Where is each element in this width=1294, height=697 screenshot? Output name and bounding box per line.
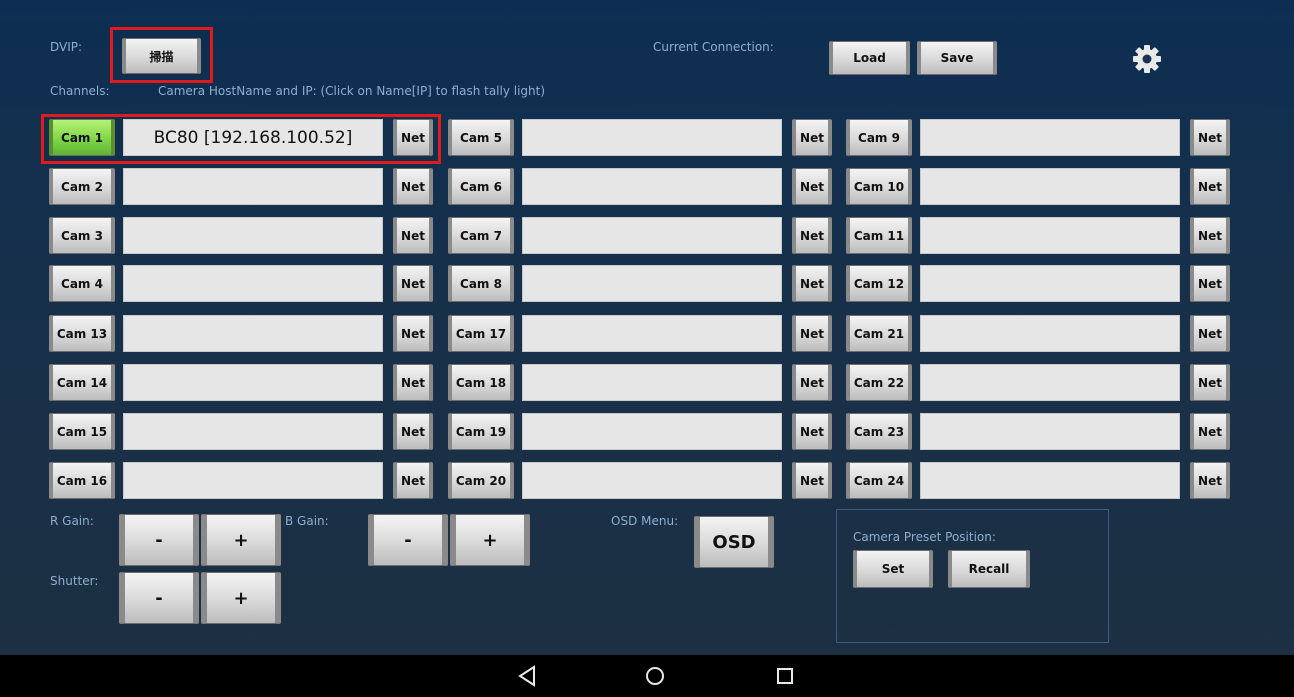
camera-hostname-field-8[interactable] bbox=[522, 265, 782, 302]
camera-net-button-16[interactable]: Net bbox=[393, 462, 433, 499]
camera-net-button-13[interactable]: Net bbox=[393, 315, 433, 352]
cam-1-highlight bbox=[41, 114, 441, 164]
camera-hostname-field-12[interactable] bbox=[920, 265, 1180, 302]
camera-button-5[interactable]: Cam 5 bbox=[448, 119, 514, 156]
camera-button-14[interactable]: Cam 14 bbox=[49, 364, 115, 401]
recents-icon[interactable] bbox=[774, 665, 796, 687]
camera-net-button-22[interactable]: Net bbox=[1190, 364, 1230, 401]
camera-button-9[interactable]: Cam 9 bbox=[846, 119, 912, 156]
camera-hostname-field-6[interactable] bbox=[522, 168, 782, 205]
camera-hostname-field-5[interactable] bbox=[522, 119, 782, 156]
camera-button-24[interactable]: Cam 24 bbox=[846, 462, 912, 499]
camera-button-21[interactable]: Cam 21 bbox=[846, 315, 912, 352]
camera-button-2[interactable]: Cam 2 bbox=[49, 168, 115, 205]
camera-button-12[interactable]: Cam 12 bbox=[846, 265, 912, 302]
camera-net-button-14[interactable]: Net bbox=[393, 364, 433, 401]
camera-button-11[interactable]: Cam 11 bbox=[846, 217, 912, 254]
gear-icon[interactable] bbox=[1130, 42, 1164, 76]
camera-net-button-19[interactable]: Net bbox=[792, 413, 832, 450]
camera-hostname-field-18[interactable] bbox=[522, 364, 782, 401]
camera-hostname-field-11[interactable] bbox=[920, 217, 1180, 254]
camera-button-23[interactable]: Cam 23 bbox=[846, 413, 912, 450]
camera-button-15[interactable]: Cam 15 bbox=[49, 413, 115, 450]
camera-button-6[interactable]: Cam 6 bbox=[448, 168, 514, 205]
camera-hostname-field-10[interactable] bbox=[920, 168, 1180, 205]
camera-hostname-field-21[interactable] bbox=[920, 315, 1180, 352]
camera-button-16[interactable]: Cam 16 bbox=[49, 462, 115, 499]
preset-recall-button[interactable]: Recall bbox=[948, 550, 1030, 588]
camera-net-button-10[interactable]: Net bbox=[1190, 168, 1230, 205]
channels-label: Channels: bbox=[50, 84, 110, 98]
camera-button-4[interactable]: Cam 4 bbox=[49, 265, 115, 302]
camera-hostname-field-17[interactable] bbox=[522, 315, 782, 352]
camera-net-button-3[interactable]: Net bbox=[393, 217, 433, 254]
camera-net-button-4[interactable]: Net bbox=[393, 265, 433, 302]
preset-label: Camera Preset Position: bbox=[853, 530, 996, 544]
current-connection-label: Current Connection: bbox=[653, 40, 774, 54]
dvip-label: DVIP: bbox=[50, 40, 83, 54]
camera-net-button-15[interactable]: Net bbox=[393, 413, 433, 450]
camera-button-20[interactable]: Cam 20 bbox=[448, 462, 514, 499]
system-nav-bar bbox=[0, 655, 1294, 697]
osd-button[interactable]: OSD bbox=[694, 516, 774, 568]
camera-hostname-field-2[interactable] bbox=[123, 168, 383, 205]
camera-net-button-21[interactable]: Net bbox=[1190, 315, 1230, 352]
camera-net-button-24[interactable]: Net bbox=[1190, 462, 1230, 499]
shutter-plus-button[interactable]: + bbox=[201, 572, 281, 624]
camera-button-7[interactable]: Cam 7 bbox=[448, 217, 514, 254]
r-gain-minus-button[interactable]: - bbox=[119, 514, 199, 566]
osd-menu-label: OSD Menu: bbox=[611, 514, 679, 528]
camera-hostname-field-9[interactable] bbox=[920, 119, 1180, 156]
camera-net-button-23[interactable]: Net bbox=[1190, 413, 1230, 450]
camera-button-22[interactable]: Cam 22 bbox=[846, 364, 912, 401]
preset-set-button[interactable]: Set bbox=[853, 550, 933, 588]
b-gain-minus-button[interactable]: - bbox=[368, 514, 448, 566]
camera-hostname-field-23[interactable] bbox=[920, 413, 1180, 450]
back-icon[interactable] bbox=[515, 665, 539, 687]
scan-button-highlight bbox=[110, 27, 213, 83]
camera-hostname-field-13[interactable] bbox=[123, 315, 383, 352]
camera-net-button-17[interactable]: Net bbox=[792, 315, 832, 352]
camera-net-button-7[interactable]: Net bbox=[792, 217, 832, 254]
shutter-minus-button[interactable]: - bbox=[119, 572, 199, 624]
camera-hostname-field-24[interactable] bbox=[920, 462, 1180, 499]
camera-hostname-field-14[interactable] bbox=[123, 364, 383, 401]
camera-net-button-8[interactable]: Net bbox=[792, 265, 832, 302]
hint-text: Camera HostName and IP: (Click on Name[I… bbox=[158, 84, 546, 98]
camera-net-button-20[interactable]: Net bbox=[792, 462, 832, 499]
camera-button-8[interactable]: Cam 8 bbox=[448, 265, 514, 302]
camera-button-19[interactable]: Cam 19 bbox=[448, 413, 514, 450]
camera-net-button-11[interactable]: Net bbox=[1190, 217, 1230, 254]
camera-net-button-2[interactable]: Net bbox=[393, 168, 433, 205]
camera-hostname-field-16[interactable] bbox=[123, 462, 383, 499]
camera-hostname-field-4[interactable] bbox=[123, 265, 383, 302]
camera-net-button-18[interactable]: Net bbox=[792, 364, 832, 401]
shutter-label: Shutter: bbox=[50, 574, 99, 588]
save-button[interactable]: Save bbox=[917, 41, 997, 75]
camera-button-18[interactable]: Cam 18 bbox=[448, 364, 514, 401]
camera-net-button-6[interactable]: Net bbox=[792, 168, 832, 205]
camera-preset-panel: Camera Preset Position: Set Recall bbox=[836, 509, 1109, 643]
camera-hostname-field-15[interactable] bbox=[123, 413, 383, 450]
camera-button-17[interactable]: Cam 17 bbox=[448, 315, 514, 352]
r-gain-plus-button[interactable]: + bbox=[201, 514, 281, 566]
camera-hostname-field-20[interactable] bbox=[522, 462, 782, 499]
load-button[interactable]: Load bbox=[829, 41, 910, 75]
b-gain-plus-button[interactable]: + bbox=[450, 514, 530, 566]
camera-hostname-field-22[interactable] bbox=[920, 364, 1180, 401]
camera-net-button-9[interactable]: Net bbox=[1190, 119, 1230, 156]
camera-hostname-field-3[interactable] bbox=[123, 217, 383, 254]
camera-button-13[interactable]: Cam 13 bbox=[49, 315, 115, 352]
camera-hostname-field-19[interactable] bbox=[522, 413, 782, 450]
home-icon[interactable] bbox=[643, 664, 667, 688]
camera-button-10[interactable]: Cam 10 bbox=[846, 168, 912, 205]
camera-hostname-field-7[interactable] bbox=[522, 217, 782, 254]
camera-button-3[interactable]: Cam 3 bbox=[49, 217, 115, 254]
camera-net-button-5[interactable]: Net bbox=[792, 119, 832, 156]
camera-control-app: DVIP: 掃描 Current Connection: Load Save C… bbox=[0, 0, 1294, 655]
camera-net-button-12[interactable]: Net bbox=[1190, 265, 1230, 302]
b-gain-label: B Gain: bbox=[285, 514, 329, 528]
r-gain-label: R Gain: bbox=[50, 514, 94, 528]
